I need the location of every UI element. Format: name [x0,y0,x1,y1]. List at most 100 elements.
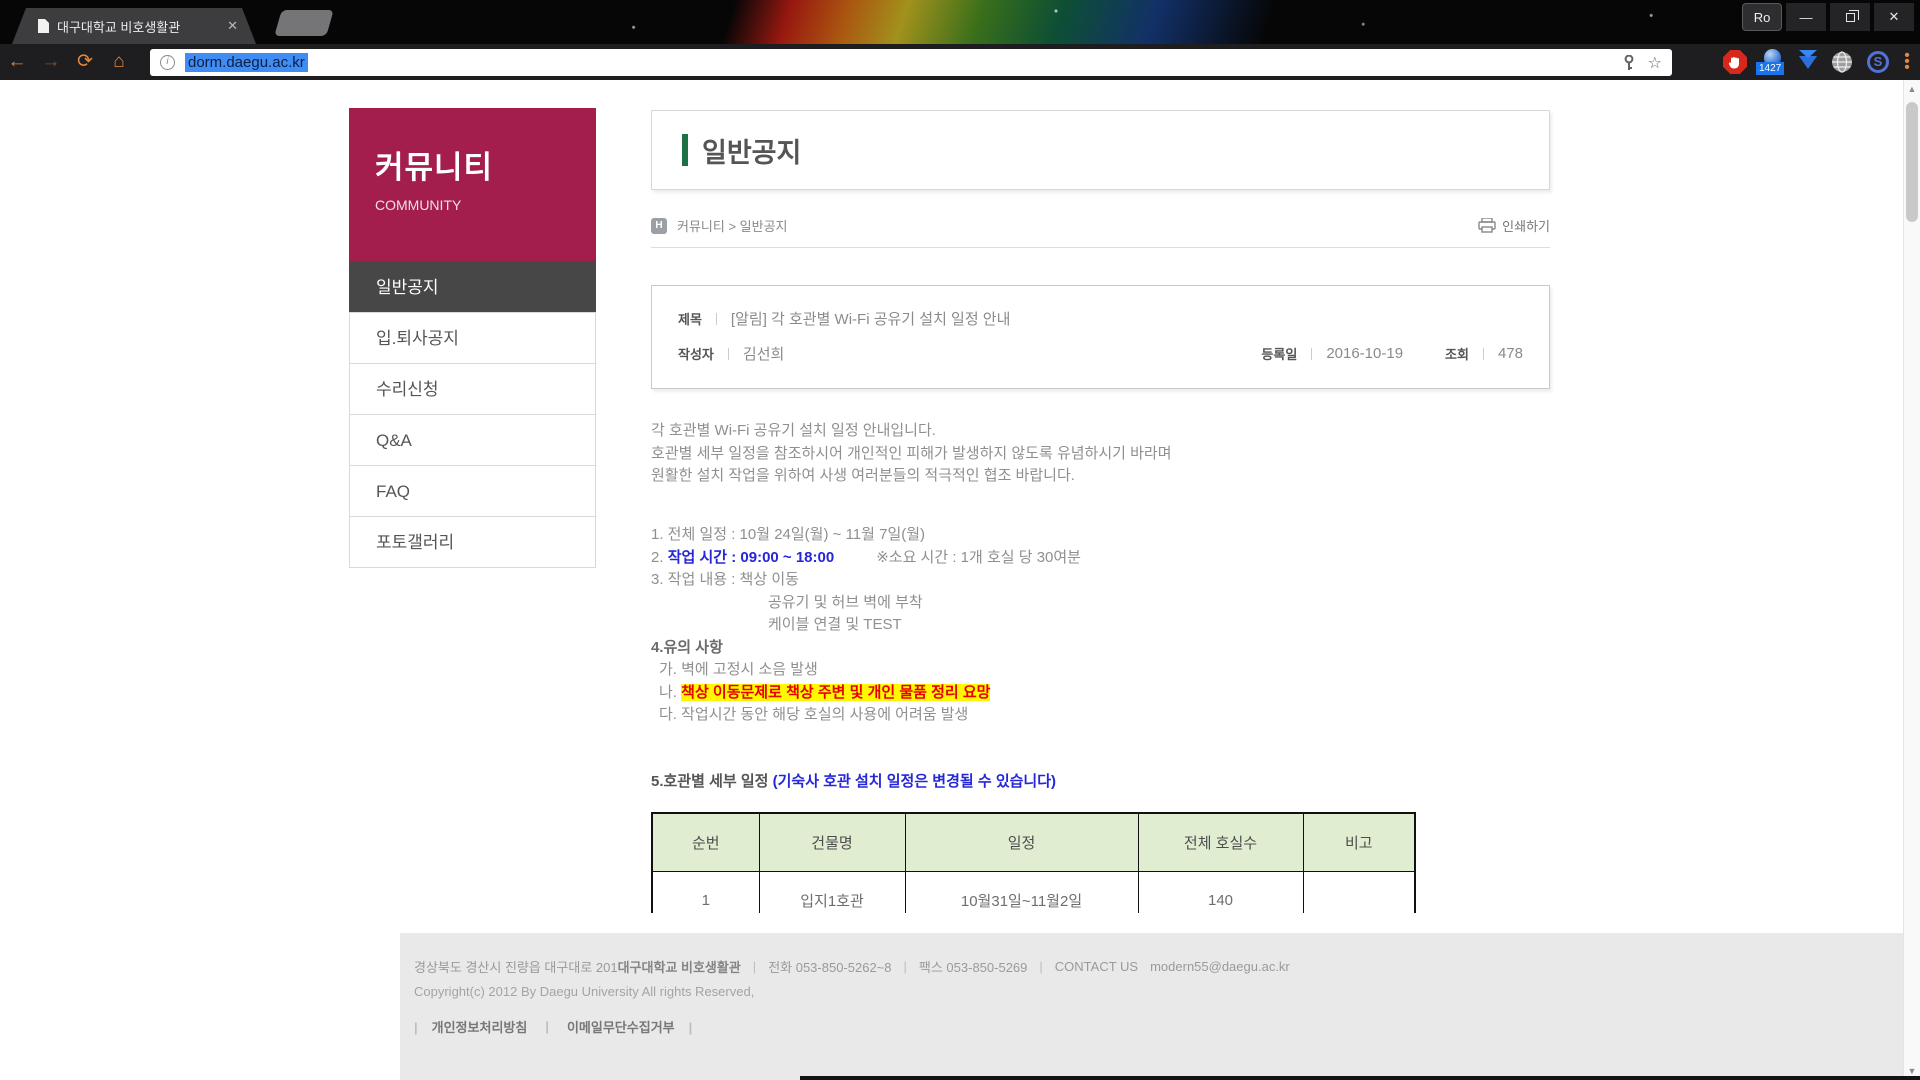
printer-icon [1478,218,1496,233]
screen: 대구대학교 비호생활관 ✕ Ro — ✕ ← → ⟳ ⌂ i dorm.daeg… [0,0,1920,1080]
bookmark-star-icon[interactable]: ☆ [1648,53,1662,73]
divider [753,959,756,974]
footer-links: 개인정보처리방침 이메일무단수집거부 [414,1017,1903,1036]
scrollbar-thumb[interactable] [1906,102,1918,222]
page-title-box: 일반공지 [651,110,1550,190]
divider [904,959,907,974]
list-item-3: 3. 작업 내용 : 책상 이동 [651,569,1081,592]
post-date-label: 등록일 [1261,344,1297,363]
minimize-button[interactable]: — [1786,3,1826,31]
sidebar-item-movein-notice[interactable]: 입.퇴사공지 [349,312,596,363]
divider [1039,959,1042,974]
breadcrumb: 커뮤니티 > 일반공지 [677,216,788,235]
extension-badge-icon[interactable]: 1427 [1760,49,1786,75]
print-button[interactable]: 인쇄하기 [1478,216,1550,235]
cell-schedule: 10월31일~11월2일 [905,871,1138,913]
footer-contact-label: CONTACT US [1055,959,1138,974]
schedule-heading-note: (기숙사 호관 설치 일정은 변경될 수 있습니다) [773,773,1056,790]
home-button[interactable]: ⌂ [102,44,136,80]
url-text[interactable]: dorm.daegu.ac.kr [185,53,308,72]
cell-building: 입지1호관 [759,871,905,913]
schedule-heading-title: 5.호관별 세부 일정 [651,773,773,790]
cell-note [1303,871,1415,913]
forward-button[interactable]: → [34,44,68,80]
sidebar-item-faq[interactable]: FAQ [349,465,596,516]
warning-highlight: 책상 이동문제로 책상 주변 및 개인 물품 정리 요망 [681,684,990,701]
page-favicon-icon [38,19,49,33]
post-views: 478 [1498,345,1523,362]
col-header: 일정 [905,813,1138,871]
divider [1483,348,1484,360]
url-bar[interactable]: i dorm.daegu.ac.kr ☆ [150,49,1672,76]
col-header: 순번 [652,813,759,871]
session-extension-icon[interactable]: S [1867,51,1889,73]
profile-button[interactable]: Ro [1742,3,1782,31]
privacy-policy-link[interactable]: 개인정보처리방침 [414,1017,527,1036]
sidebar-item-photo-gallery[interactable]: 포토갤러리 [349,516,596,567]
col-header: 건물명 [759,813,905,871]
title-accent-bar [682,134,688,166]
schedule-table-wrap: 순번 건물명 일정 전체 호실수 비고 1 입지1호관 10월31일~11월2일… [651,812,1416,913]
list-item-4b: 나. 책상 이동문제로 책상 주변 및 개인 물품 정리 요망 [651,682,1081,705]
restore-button[interactable] [1830,3,1870,31]
globe-icon[interactable] [1830,50,1854,74]
list-item-1: 1. 전체 일정 : 10월 24일(월) ~ 11월 7일(월) [651,524,1081,547]
download-arrow-icon[interactable] [1799,56,1817,69]
sidebar-header: 커뮤니티 COMMUNITY [349,108,596,261]
close-button[interactable]: ✕ [1874,3,1914,31]
post-intro: 각 호관별 Wi-Fi 공유기 설치 일정 안내입니다. 호관별 세부 일정을 … [651,420,1172,488]
sidebar: 커뮤니티 COMMUNITY 일반공지 입.퇴사공지 수리신청 Q&A FAQ … [349,108,596,568]
home-breadcrumb-icon[interactable]: H [651,218,667,234]
sidebar-item-general-notice[interactable]: 일반공지 [349,261,596,312]
browser-menu-icon[interactable]: ••• [1902,53,1912,71]
cell-roomcount: 140 [1138,871,1303,913]
post-author-label: 작성자 [678,344,714,363]
extensions-area: 1427 S ••• [1723,44,1912,80]
list-item-2: 2. 작업 시간 : 09:00 ~ 18:00※소요 시간 : 1개 호실 당… [651,547,1081,570]
extension-badge-count: 1427 [1756,62,1784,75]
restore-icon [1846,13,1855,22]
post-author: 김선희 [743,343,784,364]
sidebar-item-repair-request[interactable]: 수리신청 [349,363,596,414]
col-header: 비고 [1303,813,1415,871]
footer-copyright: Copyright(c) 2012 By Daegu University Al… [414,984,1903,999]
footer: 경상북도 경산시 진량읍 대구대로 201 대구대학교 비호생활관 전화 053… [400,933,1903,1080]
refresh-button[interactable]: ⟳ [68,44,102,80]
list-item-4-title: 4.유의 사항 [651,637,1081,660]
divider [545,1019,549,1034]
taskbar-peek-strip [800,1076,1920,1080]
list-item-4c: 다. 작업시간 동안 해당 호실의 사용에 어려움 발생 [651,704,1081,727]
adblock-hand-icon[interactable] [1723,50,1747,74]
footer-org-name: 대구대학교 비호생활관 [618,957,741,976]
browser-tab[interactable]: 대구대학교 비호생활관 ✕ [12,8,256,44]
list-item-3-sub: 케이블 연결 및 TEST [651,614,1081,637]
post-list: 1. 전체 일정 : 10월 24일(월) ~ 11월 7일(월) 2. 작업 … [651,524,1081,727]
sidebar-subtitle: COMMUNITY [375,197,596,213]
scrollbar-down-icon[interactable]: ▼ [1904,1066,1920,1076]
page-content: 커뮤니티 COMMUNITY 일반공지 입.퇴사공지 수리신청 Q&A FAQ … [0,80,1920,1080]
footer-fax: 팩스 053-850-5269 [919,957,1028,976]
key-icon[interactable] [1622,55,1636,71]
work-hours-highlight: 작업 시간 : 09:00 ~ 18:00 [668,549,835,566]
duration-note: ※소요 시간 : 1개 호실 당 30여분 [876,549,1081,566]
info-icon[interactable]: i [160,55,175,70]
page-scrollbar[interactable]: ▲ ▼ [1903,80,1920,1080]
footer-address: 경상북도 경산시 진량읍 대구대로 201 [414,957,618,976]
tab-close-icon[interactable]: ✕ [227,18,238,34]
divider [728,348,729,360]
table-header-row: 순번 건물명 일정 전체 호실수 비고 [652,813,1415,871]
post-title: [알림] 각 호관별 Wi-Fi 공유기 설치 일정 안내 [731,308,1011,329]
intro-line: 호관별 세부 일정을 참조하시어 개인적인 피해가 발생하지 않도록 유념하시기… [651,443,1172,466]
divider [716,313,717,325]
post-header-box: 제목 [알림] 각 호관별 Wi-Fi 공유기 설치 일정 안내 작성자 김선희… [651,285,1550,389]
page-title: 일반공지 [702,131,801,170]
sidebar-menu: 일반공지 입.퇴사공지 수리신청 Q&A FAQ 포토갤러리 [349,261,596,568]
sidebar-item-qna[interactable]: Q&A [349,414,596,465]
back-button[interactable]: ← [0,44,34,80]
new-tab-button[interactable] [274,10,333,36]
email-refusal-link[interactable]: 이메일무단수집거부 [567,1017,692,1036]
divider [1311,348,1312,360]
tab-title: 대구대학교 비호생활관 [57,17,221,36]
scrollbar-up-icon[interactable]: ▲ [1904,84,1920,94]
footer-email[interactable]: modern55@daegu.ac.kr [1150,959,1290,974]
